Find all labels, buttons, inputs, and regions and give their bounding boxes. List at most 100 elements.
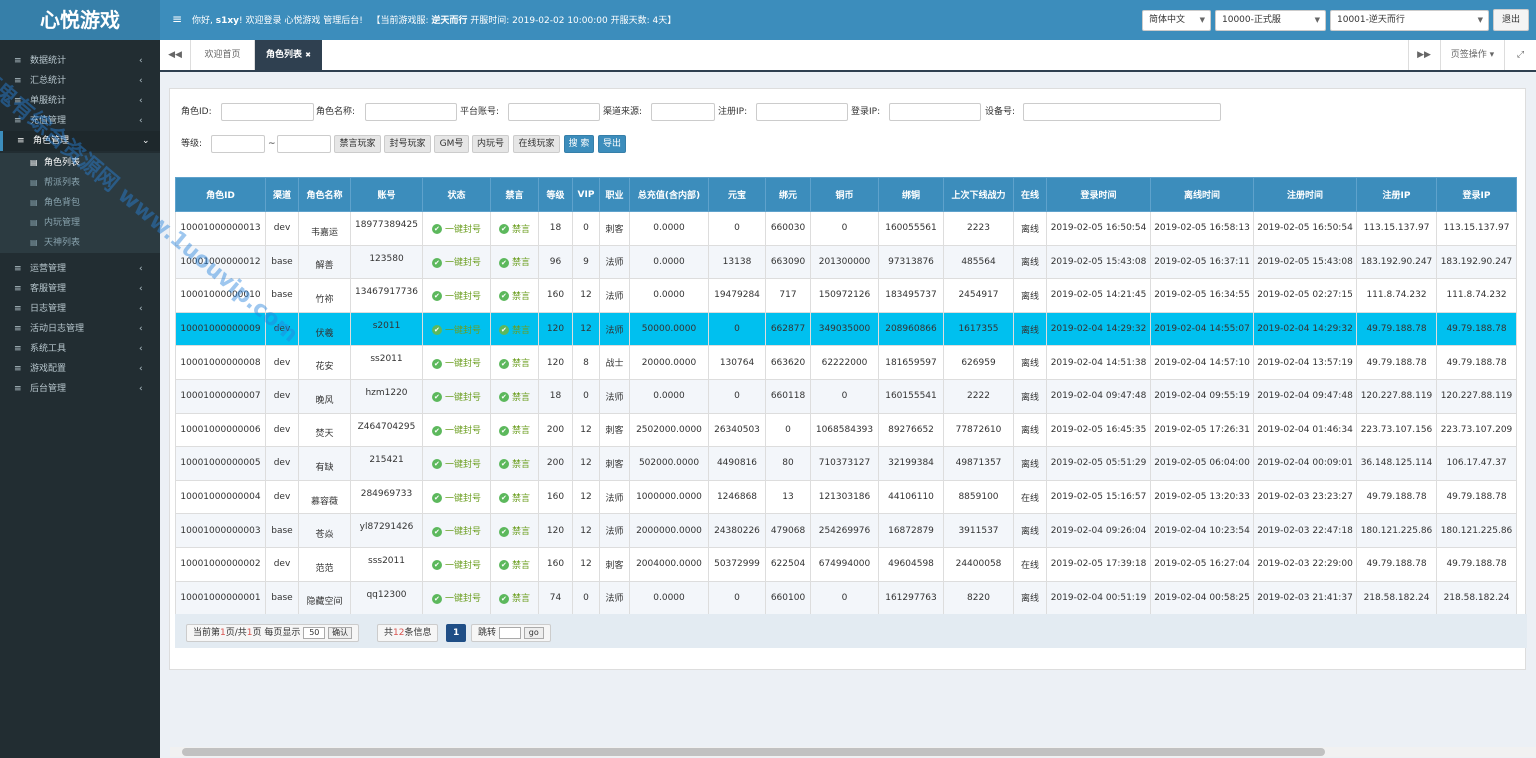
ban-account-button[interactable]: ✔ 一键封号	[431, 425, 481, 436]
register-ip-input[interactable]	[756, 103, 848, 121]
table-row[interactable]: 10001000000007 dev 晚风 hzm1220 ✔ 一键封号 ✔ 禁言 18 0 法师 0…	[175, 378, 1517, 414]
device-input[interactable]	[1023, 103, 1221, 121]
server-select[interactable]: 10001-逆天而行 ▼	[1330, 10, 1489, 31]
confirm-page-size-button[interactable]: 确认	[328, 626, 353, 639]
table-row[interactable]: 10001000000001 base 隐藏空间 qq12300 ✔ 一键封号 ✔ 禁言 74 0…	[175, 580, 1517, 616]
col-header-role-id[interactable]: 角色ID	[175, 177, 266, 212]
ban-account-button[interactable]: ✔ 一键封号	[431, 257, 481, 268]
page-1-button[interactable]: 1	[446, 624, 467, 642]
table-row[interactable]: 10001000000010 base 竹祢 13467917736 ✔ 一键封号 ✔ 禁言 1…	[175, 278, 1517, 313]
col-header-logout-time[interactable]: 离线时间	[1150, 177, 1254, 212]
table-row[interactable]: 10001000000004 dev 慕容薇 284969733 ✔ 一键封号 ✔ 禁言 160…	[175, 479, 1517, 515]
tab-role-list[interactable]: 角色列表 ✖	[255, 40, 322, 70]
col-header-bound-ingot[interactable]: 绑元	[765, 177, 811, 212]
ban-account-button[interactable]: ✔ 一键封号	[431, 325, 481, 336]
table-row[interactable]: 10001000000002 dev 范范 sss2011 ✔ 一键封号 ✔ 禁言 160 12 刺…	[175, 546, 1517, 582]
sidebar-item-admin[interactable]: ≡ 后台管理 ‹	[0, 379, 160, 399]
mute-button[interactable]: ✔ 禁言	[498, 459, 530, 470]
col-header-login-time[interactable]: 登录时间	[1046, 177, 1151, 212]
ban-account-button[interactable]: ✔ 一键封号	[431, 459, 481, 470]
col-header-vip[interactable]: VIP	[572, 177, 600, 212]
sidebar-item-system-tools[interactable]: ≡ 系统工具 ‹	[0, 339, 160, 359]
level-min-input[interactable]	[211, 135, 265, 153]
mute-button[interactable]: ✔ 禁言	[498, 291, 530, 302]
export-button[interactable]: 导出	[598, 135, 626, 153]
role-name-input[interactable]	[365, 103, 457, 121]
sidebar-item-operations[interactable]: ≡ 运营管理 ‹	[0, 259, 160, 279]
tab-scroll-left-icon[interactable]: ◀◀	[160, 40, 191, 70]
tab-scroll-right-icon[interactable]: ▶▶	[1408, 40, 1439, 70]
col-header-class[interactable]: 职业	[599, 177, 630, 212]
col-header-ingot[interactable]: 元宝	[708, 177, 766, 212]
mute-button[interactable]: ✔ 禁言	[498, 526, 530, 537]
col-header-register-time[interactable]: 注册时间	[1253, 177, 1357, 212]
online-players-button[interactable]: 在线玩家	[513, 135, 560, 153]
col-header-online[interactable]: 在线	[1013, 177, 1047, 212]
sidebar-item-logs[interactable]: ≡ 日志管理 ‹	[0, 299, 160, 319]
muted-players-button[interactable]: 禁言玩家	[334, 135, 381, 153]
mute-button[interactable]: ✔ 禁言	[498, 325, 530, 336]
ban-account-button[interactable]: ✔ 一键封号	[431, 358, 481, 369]
mute-button[interactable]: ✔ 禁言	[498, 392, 530, 403]
ban-account-button[interactable]: ✔ 一键封号	[431, 224, 481, 235]
table-row[interactable]: 10001000000009 dev 伏羲 s2011 ✔ 一键封号 ✔ 禁言 120 12 法师 5…	[175, 311, 1517, 347]
mute-button[interactable]: ✔ 禁言	[498, 593, 530, 604]
channel-select[interactable]: 10000-正式服 ▼	[1215, 10, 1326, 31]
fullscreen-icon[interactable]: ⤢	[1504, 40, 1536, 70]
go-button[interactable]: go	[523, 626, 544, 639]
sidebar-item-activity-logs[interactable]: ≡ 活动日志管理 ‹	[0, 319, 160, 339]
horizontal-scrollbar[interactable]	[170, 747, 1536, 757]
page-size-input[interactable]: 50	[303, 626, 326, 639]
ban-account-button[interactable]: ✔ 一键封号	[431, 392, 481, 403]
mute-button[interactable]: ✔ 禁言	[498, 425, 530, 436]
table-row[interactable]: 10001000000006 dev 焚天 Z464704295 ✔ 一键封号 ✔ 禁言 200…	[175, 412, 1517, 448]
login-ip-input[interactable]	[889, 103, 981, 121]
jump-page-input[interactable]	[498, 626, 521, 639]
table-row[interactable]: 10001000000005 dev 有缺 215421 ✔ 一键封号 ✔ 禁言 200 12 刺客…	[175, 446, 1517, 481]
col-header-login-ip[interactable]: 登录IP	[1436, 177, 1517, 212]
col-header-channel[interactable]: 渠道	[265, 177, 299, 212]
ban-account-button[interactable]: ✔ 一键封号	[431, 526, 481, 537]
col-header-copper[interactable]: 铜币	[810, 177, 879, 212]
table-row[interactable]: 10001000000003 base 苍焱 yl87291426 ✔ 一键封号 ✔ 禁言 12…	[175, 513, 1517, 548]
sidebar-item-game-config[interactable]: ≡ 游戏配置 ‹	[0, 359, 160, 379]
tab-home[interactable]: 欢迎首页	[191, 40, 255, 70]
col-header-status[interactable]: 状态	[422, 177, 491, 212]
gm-accounts-button[interactable]: GM号	[434, 135, 469, 153]
channel-source-input[interactable]	[651, 103, 715, 121]
ban-account-button[interactable]: ✔ 一键封号	[431, 593, 481, 604]
app-logo[interactable]: 心悦游戏	[0, 0, 160, 40]
level-max-input[interactable]	[277, 135, 331, 153]
table-row[interactable]: 10001000000008 dev 花安 ss2011 ✔ 一键封号 ✔ 禁言 120 8 战士 2…	[175, 345, 1517, 380]
search-button[interactable]: 搜 索	[564, 135, 594, 153]
mute-button[interactable]: ✔ 禁言	[498, 493, 530, 504]
sidebar-item-customer-service[interactable]: ≡ 客服管理 ‹	[0, 279, 160, 299]
ban-account-button[interactable]: ✔ 一键封号	[431, 291, 481, 302]
col-header-account[interactable]: 账号	[350, 177, 423, 212]
sidebar-item-data-stats[interactable]: ≡ 数据统计 ‹	[0, 51, 160, 71]
scrollbar-thumb[interactable]	[182, 748, 1325, 756]
mute-button[interactable]: ✔ 禁言	[498, 358, 530, 369]
col-header-role-name[interactable]: 角色名称	[298, 177, 351, 212]
col-header-bound-copper[interactable]: 绑铜	[878, 177, 944, 212]
close-icon[interactable]: ✖	[305, 51, 311, 59]
ban-account-button[interactable]: ✔ 一键封号	[431, 493, 481, 504]
col-header-last-power[interactable]: 上次下线战力	[943, 177, 1014, 212]
tab-operations-dropdown[interactable]: 页签操作 ▾	[1440, 40, 1504, 70]
mute-button[interactable]: ✔ 禁言	[498, 224, 530, 235]
col-header-total-recharge[interactable]: 总充值(含内部)	[629, 177, 709, 212]
col-header-mute[interactable]: 禁言	[490, 177, 539, 212]
ban-account-button[interactable]: ✔ 一键封号	[431, 560, 481, 571]
sidebar-toggle-icon[interactable]: ≡	[172, 12, 182, 26]
table-row[interactable]: 10001000000012 base 解善 123580 ✔ 一键封号 ✔ 禁言 96 9 法师 0…	[175, 244, 1517, 280]
banned-players-button[interactable]: 封号玩家	[384, 135, 431, 153]
col-header-level[interactable]: 等级	[538, 177, 573, 212]
internal-accounts-button[interactable]: 内玩号	[472, 135, 509, 153]
role-id-input[interactable]	[221, 103, 314, 121]
mute-button[interactable]: ✔ 禁言	[498, 257, 530, 268]
language-select[interactable]: 简体中文 ▼	[1142, 10, 1211, 31]
mute-button[interactable]: ✔ 禁言	[498, 560, 530, 571]
col-header-register-ip[interactable]: 注册IP	[1356, 177, 1437, 212]
sidebar-subitem-god-list[interactable]: ▤ 天神列表	[0, 233, 160, 253]
platform-account-input[interactable]	[508, 103, 600, 121]
